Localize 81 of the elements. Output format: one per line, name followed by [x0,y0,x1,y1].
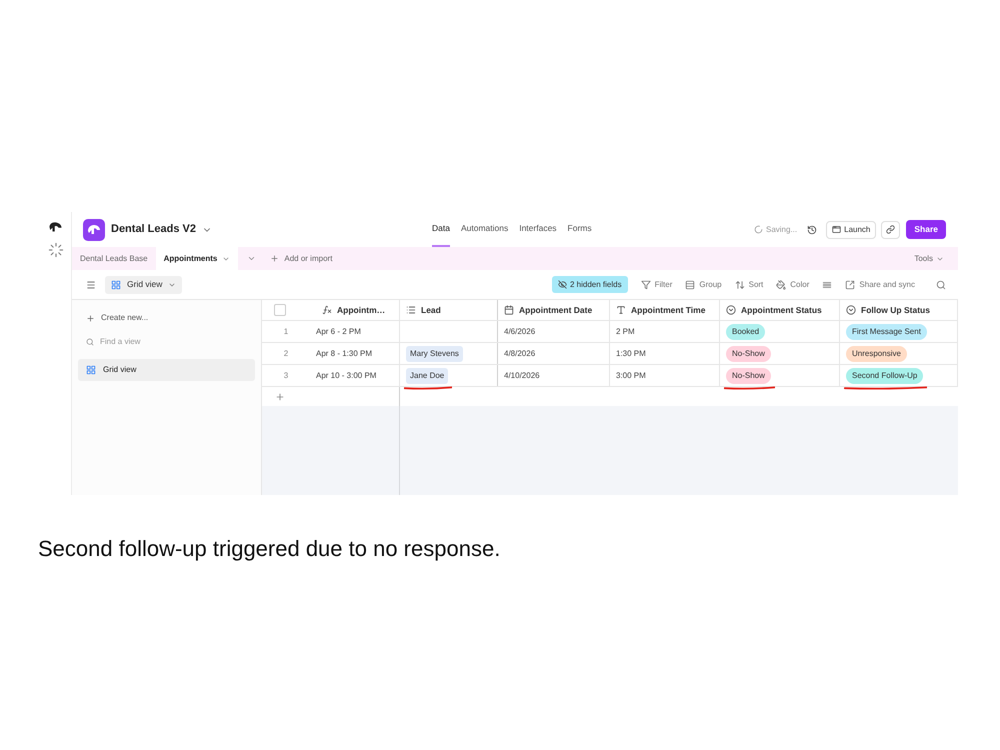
hidden-fields-button[interactable]: 2 hidden fields [552,276,628,293]
share-sync-button[interactable]: Share and sync [845,278,915,290]
table-tab[interactable]: Appointments [156,247,238,270]
row-height-icon [822,280,832,290]
chevron-circle-icon [846,305,856,315]
table-cell: Apr 8 - 1:30 PM [316,348,372,360]
column-header[interactable]: Follow Up Status [840,300,958,320]
search-icon [86,338,94,346]
share-button[interactable]: Share [906,220,946,239]
row-number: 3 [284,370,288,382]
status-pill: Second Follow-Up [846,368,924,384]
list-icon [406,305,416,315]
nav-tab[interactable]: Interfaces [519,212,557,247]
column-header[interactable]: Appointm… [310,300,400,320]
rows-icon [685,280,696,290]
add-import-button[interactable]: Add or import [270,247,332,270]
loading-icon [48,242,64,258]
paint-bucket-icon [776,280,786,290]
table-cell: 4/8/2026 [504,348,536,360]
column-header[interactable]: Appointment Date [498,300,610,320]
table-cell: 2 PM [616,326,635,338]
status-pill: Booked [726,324,766,340]
text-type-icon [616,305,626,315]
plus-icon [275,392,285,402]
row-number: 2 [284,348,288,360]
filter-icon [640,280,651,290]
link-icon [886,225,896,234]
group-button[interactable]: Group [685,278,722,290]
launch-button[interactable]: Launch [826,220,876,238]
nav-tab[interactable]: Automations [460,212,508,247]
row-height-button[interactable] [822,280,832,290]
saving-status: Saving... [766,224,798,236]
window-icon [832,225,842,234]
plus-icon [270,254,280,263]
nav-tab[interactable]: Forms [568,212,592,247]
column-header[interactable]: Appointment Time [610,300,720,320]
find-view-field[interactable]: Find a view [100,336,220,348]
caption-text: Second follow-up triggered due to no response. [38,536,500,562]
lead-chip[interactable]: Mary Stevens [406,346,463,362]
table-cell: 3:00 PM [616,370,646,382]
eye-off-icon [558,280,567,289]
grid-icon [111,280,121,290]
status-pill: No-Show [726,346,771,362]
create-view-button[interactable]: Create new... [78,307,255,329]
grid-view-button[interactable]: Grid view [105,276,182,294]
table-cell: 1:30 PM [616,348,646,360]
table-cell: 4/10/2026 [504,370,540,382]
status-pill: Unresponsive [846,346,907,362]
status-pill: First Message Sent [846,324,927,340]
function-icon [322,305,332,315]
link-button[interactable] [881,220,900,238]
sort-button[interactable]: Sort [734,278,764,290]
table-cell: Apr 6 - 2 PM [316,326,361,338]
column-header[interactable]: Appointment Status [720,300,840,320]
table-cell: Apr 10 - 3:00 PM [316,370,376,382]
column-header[interactable]: Lead [400,300,498,320]
filter-button[interactable]: Filter [640,278,672,290]
tools-button[interactable]: Tools [914,247,944,270]
sort-icon [734,280,745,290]
grid-icon [86,365,96,375]
plus-icon [86,314,95,322]
spinner-icon [754,225,763,234]
row-number: 1 [284,326,288,338]
base-name[interactable]: Dental Leads Base [80,252,148,264]
status-pill: No-Show [726,368,771,384]
base-title[interactable]: Dental Leads V2 [111,221,196,238]
history-icon[interactable] [807,224,818,234]
app-logo-icon[interactable] [83,218,105,240]
search-icon[interactable] [936,280,946,290]
share-icon [845,280,856,290]
lead-chip[interactable]: Jane Doe [406,368,448,384]
menu-icon[interactable] [86,280,96,290]
chevron-circle-icon [726,305,736,315]
calendar-icon [504,305,514,315]
color-button[interactable]: Color [776,278,810,290]
checkbox[interactable] [274,304,286,316]
add-row-button[interactable] [275,392,285,402]
logo-icon[interactable] [48,221,63,233]
tables-menu-icon[interactable] [247,254,256,263]
table-cell: 4/6/2026 [504,326,536,338]
view-item[interactable]: Grid view [78,359,255,381]
